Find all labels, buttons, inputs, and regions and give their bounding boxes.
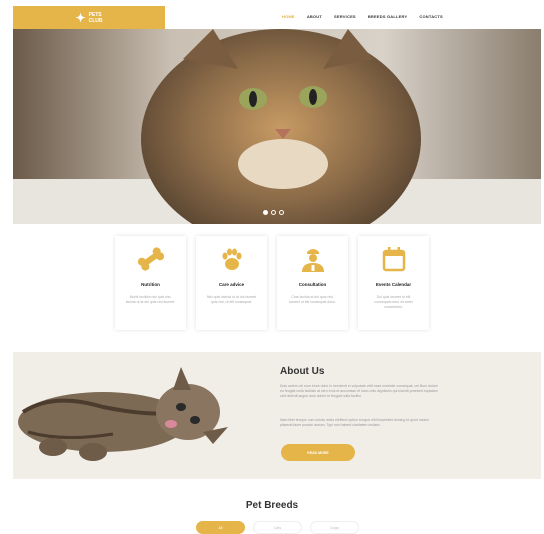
hero-cat-image [13,29,541,224]
feature-card-care-advice[interactable]: Care advice Nisi quis lacinia ut at dui … [196,236,267,330]
kitten-image [13,352,253,479]
breeds-title: Pet Breeds [245,500,299,511]
cat-dog-logo-icon: ✦ [75,10,86,25]
slider-dot-3[interactable] [279,210,284,215]
bone-icon [137,247,164,271]
tab-cats[interactable]: Cats [253,521,302,534]
nav-breeds-gallery[interactable]: BREEDS GALLERY [368,14,408,19]
tab-all[interactable]: All [196,521,245,534]
calendar-icon [382,247,405,272]
feature-title: Nutrition [141,282,160,287]
tab-dogs[interactable]: Dogs [310,521,359,534]
main-nav: HOME ABOUT SERVICES BREEDS GALLERY CONTA… [282,14,443,19]
logo-line-1: PETS [88,11,102,18]
feature-text: Cras lacinia at dui quis nisl, laoreet u… [289,295,336,304]
logo-line-2: CLUB [88,17,103,24]
about-paragraph-2: Nam liber tempor cum soluta nobis eleife… [280,418,430,427]
feature-card-events-calendar[interactable]: Events Calendar Dui quis laoreet ut elit… [358,236,429,330]
nav-about[interactable]: ABOUT [307,14,322,19]
paw-icon [222,248,241,270]
feature-title: Care advice [218,282,245,287]
feature-card-consultation[interactable]: Consultation Cras lacinia at dui quis ni… [277,236,348,330]
read-more-button[interactable]: READ MORE [281,444,355,461]
about-section [13,352,541,479]
vet-icon [301,249,324,272]
feature-text: Dui quis laoreet ut elit consequat dolor… [374,295,413,309]
feature-title: Consultation [298,282,327,287]
nav-contacts[interactable]: CONTACTS [419,14,443,19]
slider-dots [263,210,284,215]
feature-text: Morbi facilisis nisi quis nisi, lacinia … [125,295,176,304]
breeds-filter-tabs: All Cats Dogs [196,521,359,534]
hero-slider[interactable] [13,29,541,224]
nav-services[interactable]: SERVICES [334,14,356,19]
slider-dot-1[interactable] [263,210,268,215]
logo-text: PETS CLUB [89,12,103,24]
nav-home[interactable]: HOME [282,14,295,19]
about-title: About Us [280,366,325,377]
features-row: Nutrition Morbi facilisis nisi quis nisi… [115,236,429,330]
feature-card-nutrition[interactable]: Nutrition Morbi facilisis nisi quis nisi… [115,236,186,330]
slider-dot-2[interactable] [271,210,276,215]
logo[interactable]: ✦ PETS CLUB [13,6,165,29]
feature-text: Nisi quis lacinia ut at dui laoreet quis… [206,295,257,304]
feature-title: Events Calendar [375,282,412,287]
about-paragraph-1: Duis autem vel eum iriure dolor in hendr… [280,384,438,398]
